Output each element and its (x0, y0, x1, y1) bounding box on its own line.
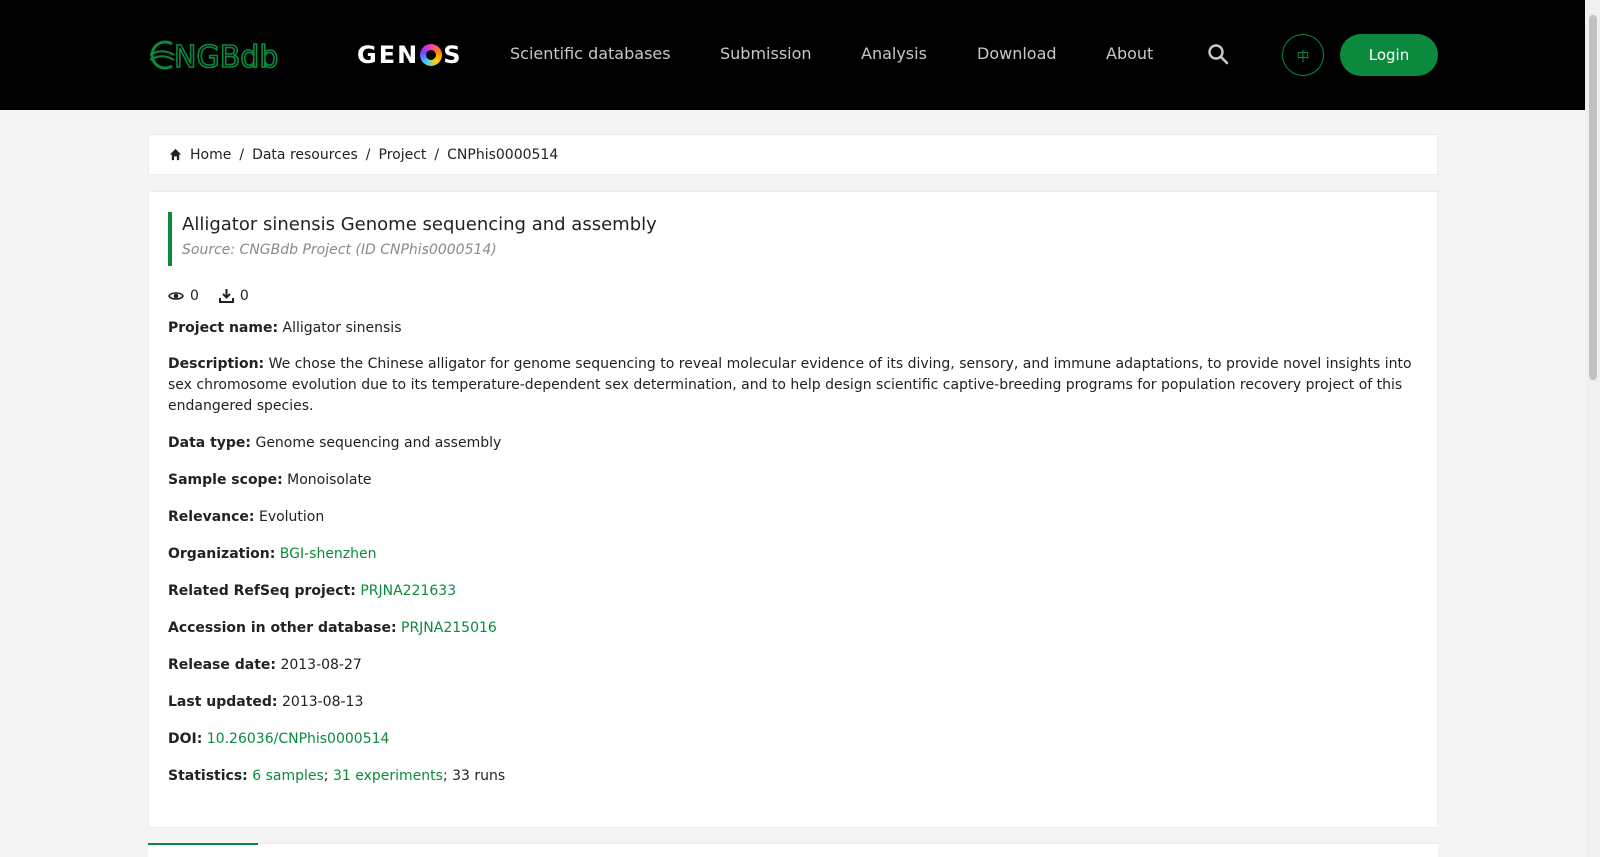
top-navbar: NGBdb GEN S Scientific databases Submiss… (0, 0, 1585, 110)
views-counter: 0 (168, 288, 199, 304)
other-database-link[interactable]: PRJNA215016 (401, 620, 497, 636)
field-statistics: Statistics: 6 samples; 31 experiments; 3… (168, 766, 1423, 787)
experiments-link[interactable]: 31 experiments (333, 768, 443, 784)
project-detail-card: Alligator sinensis Genome sequencing and… (148, 191, 1438, 828)
field-value: Monoisolate (287, 472, 372, 488)
nav-about[interactable]: About (1106, 44, 1153, 63)
title-block: Alligator sinensis Genome sequencing and… (168, 212, 657, 266)
genos-o-icon (420, 44, 443, 66)
breadcrumb-separator: / (239, 146, 245, 163)
field-refseq: Related RefSeq project: PRJNA221633 (168, 581, 1423, 602)
field-last-updated: Last updated: 2013-08-13 (168, 692, 1423, 713)
field-value: Alligator sinensis (282, 320, 402, 336)
active-tab-indicator[interactable] (148, 843, 258, 845)
statistics-separator: ; (323, 768, 333, 784)
breadcrumb-separator: / (365, 146, 371, 163)
field-value: 2013-08-13 (282, 694, 364, 710)
field-other-database: Accession in other database: PRJNA215016 (168, 618, 1423, 639)
field-label: Sample scope: (168, 472, 283, 488)
download-icon (218, 289, 234, 303)
field-value: Evolution (258, 509, 325, 525)
field-label: Release date: (168, 657, 276, 673)
doi-link[interactable]: 10.26036/CNPhis0000514 (207, 731, 390, 747)
field-data-type: Data type: Genome sequencing and assembl… (168, 433, 1423, 454)
downloads-count: 0 (239, 288, 249, 304)
field-project-name: Project name: Alligator sinensis (168, 318, 1423, 339)
field-label: Accession in other database: (168, 620, 397, 636)
field-label: Related RefSeq project: (168, 583, 356, 599)
language-toggle-button[interactable]: 中 (1282, 34, 1324, 76)
field-label: Data type: (168, 435, 252, 451)
field-label: DOI: (168, 731, 203, 747)
field-sample-scope: Sample scope: Monoisolate (168, 470, 1423, 491)
nav-submission[interactable]: Submission (720, 44, 812, 63)
samples-link[interactable]: 6 samples (252, 768, 324, 784)
field-label: Relevance: (168, 509, 255, 525)
runs-count: ; 33 runs (442, 768, 506, 784)
tab-strip (148, 843, 1438, 857)
breadcrumb-separator: / (434, 146, 440, 163)
downloads-counter: 0 (218, 288, 249, 304)
page-title: Alligator sinensis Genome sequencing and… (182, 214, 657, 235)
field-label: Statistics: (168, 768, 248, 784)
field-relevance: Relevance: Evolution (168, 507, 1423, 528)
field-label: Project name: (168, 320, 279, 336)
breadcrumb-data-resources[interactable]: Data resources (252, 147, 358, 163)
breadcrumb: Home / Data resources / Project / CNPhis… (148, 134, 1438, 175)
search-icon[interactable] (1207, 43, 1229, 65)
breadcrumb-home[interactable]: Home (190, 147, 231, 163)
field-organization: Organization: BGI-shenzhen (168, 544, 1423, 565)
field-value: 2013-08-27 (280, 657, 362, 673)
breadcrumb-current: CNPhis0000514 (447, 146, 559, 163)
field-value: We chose the Chinese alligator for genom… (168, 356, 1412, 414)
source-note: Source: CNGBdb Project (ID CNPhis0000514… (182, 242, 497, 258)
nav-download[interactable]: Download (977, 44, 1057, 63)
field-release-date: Release date: 2013-08-27 (168, 655, 1423, 676)
cngbdb-logo[interactable]: NGBdb (148, 38, 308, 72)
genos-logo[interactable]: GEN S (357, 41, 462, 69)
genos-logo-text-left: GEN (357, 41, 420, 69)
eye-icon (168, 292, 184, 300)
field-doi: DOI: 10.26036/CNPhis0000514 (168, 729, 1423, 750)
views-count: 0 (190, 288, 199, 304)
field-value: Genome sequencing and assembly (255, 435, 502, 451)
svg-text:NGBdb: NGBdb (174, 40, 278, 72)
refseq-link[interactable]: PRJNA221633 (360, 583, 456, 599)
field-label: Description: (168, 356, 265, 372)
field-label: Last updated: (168, 694, 278, 710)
field-description: Description: We chose the Chinese alliga… (168, 354, 1423, 417)
login-button[interactable]: Login (1340, 34, 1438, 76)
scrollbar-thumb[interactable] (1589, 15, 1597, 380)
nav-analysis[interactable]: Analysis (861, 44, 927, 63)
breadcrumb-project[interactable]: Project (379, 147, 427, 163)
nav-scientific-databases[interactable]: Scientific databases (510, 44, 671, 63)
organization-link[interactable]: BGI-shenzhen (280, 546, 377, 562)
field-label: Organization: (168, 546, 276, 562)
home-icon (169, 148, 182, 161)
counters: 0 0 (168, 288, 269, 304)
genos-logo-text-right: S (443, 41, 463, 69)
